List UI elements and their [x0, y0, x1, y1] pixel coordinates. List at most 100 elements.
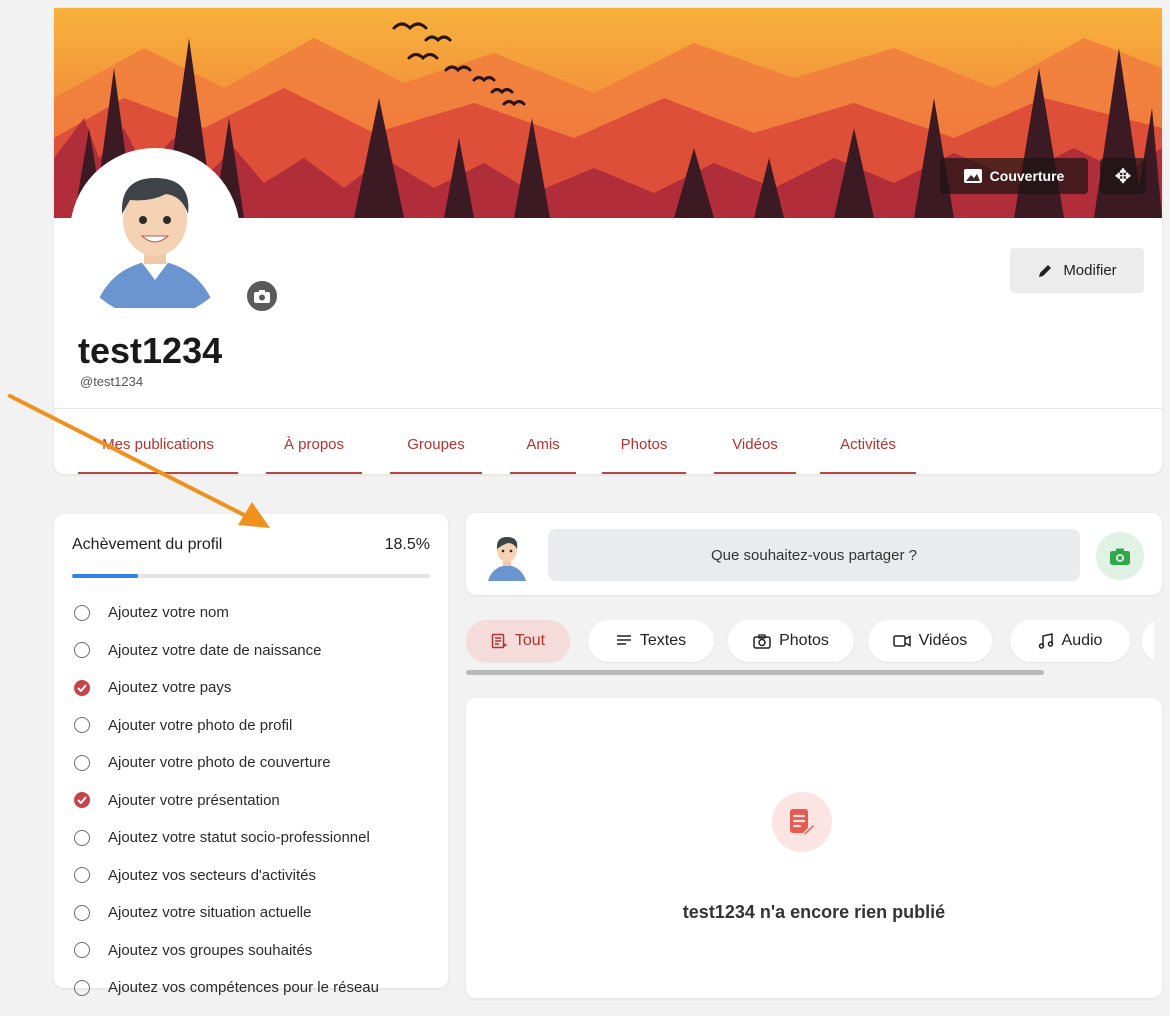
- tab-activites[interactable]: Activités: [820, 436, 916, 453]
- empty-circle-icon: [74, 829, 90, 846]
- tab-amis[interactable]: Amis: [510, 436, 576, 453]
- empty-circle-icon: [74, 754, 90, 771]
- image-icon: [963, 169, 982, 183]
- checklist-item-label: Ajoutez votre date de naissance: [108, 641, 322, 659]
- filter-label: Textes: [639, 632, 687, 649]
- checklist-item-label: Ajoutez vos groupes souhaités: [108, 941, 313, 959]
- empty-circle-icon: [74, 604, 90, 621]
- filter-label: Photos: [779, 632, 829, 649]
- checklist-item-label: Ajoutez vos compétences pour le réseau: [108, 979, 379, 997]
- camera-icon: [254, 289, 270, 303]
- tab-videos[interactable]: Vidéos: [714, 436, 796, 453]
- checklist-item[interactable]: Ajoutez votre statut socio-professionnel: [74, 819, 379, 857]
- camera-icon: [1110, 548, 1130, 565]
- tab-underline: [78, 472, 238, 474]
- cover-button-label: Couverture: [989, 168, 1065, 184]
- checklist-item-label: Ajoutez votre nom: [108, 604, 229, 622]
- filter-label: Audio: [1061, 632, 1103, 649]
- tab-label: Activités: [840, 436, 896, 453]
- empty-circle-icon: [74, 717, 90, 734]
- checklist-item-label: Ajouter votre photo de couverture: [108, 754, 331, 772]
- checklist-item[interactable]: Ajouter votre photo de profil: [74, 707, 379, 745]
- tab-label: Mes publications: [102, 436, 214, 453]
- checklist-item[interactable]: Ajoutez votre pays: [74, 669, 379, 707]
- tab-label: Groupes: [407, 436, 465, 453]
- post-composer: Que souhaitez-vous partager ?: [466, 513, 1162, 595]
- tab-groupes[interactable]: Groupes: [390, 436, 482, 453]
- completion-progress-bar: [72, 574, 430, 578]
- composer-input[interactable]: Que souhaitez-vous partager ?: [548, 529, 1080, 581]
- document-list-icon: [491, 633, 507, 649]
- composer-avatar: [484, 531, 530, 581]
- tab-label: Amis: [526, 436, 560, 453]
- edit-profile-button[interactable]: Modifier: [1010, 248, 1144, 293]
- empty-circle-icon: [74, 979, 90, 996]
- profile-avatar[interactable]: [70, 148, 240, 318]
- check-circle-icon: [74, 679, 90, 696]
- music-note-icon: [1038, 633, 1053, 649]
- camera-icon: [753, 633, 771, 649]
- filter-photos[interactable]: Photos: [728, 620, 854, 662]
- checklist-item[interactable]: Ajoutez vos compétences pour le réseau: [74, 969, 379, 1007]
- tab-mes-publications[interactable]: Mes publications: [78, 436, 238, 453]
- profile-completion-card: Achèvement du profil 18.5% Ajoutez votre…: [54, 514, 448, 996]
- checklist-item[interactable]: Ajouter votre présentation: [74, 782, 379, 820]
- empty-circle-icon: [74, 904, 90, 921]
- pencil-icon: [1039, 264, 1052, 277]
- completion-progress-fill: [72, 574, 139, 578]
- checklist-item[interactable]: Ajoutez vos secteurs d'activités: [74, 857, 379, 895]
- empty-post-icon: [772, 792, 832, 852]
- checklist-item-label: Ajoutez votre statut socio-professionnel: [108, 829, 370, 847]
- filter-label: Tout: [514, 632, 546, 649]
- cover-change-button[interactable]: Couverture: [940, 158, 1088, 194]
- tab-photos[interactable]: Photos: [602, 436, 686, 453]
- tab-a-propos[interactable]: À propos: [266, 436, 362, 453]
- checklist-item-label: Ajouter votre photo de profil: [108, 716, 293, 734]
- video-camera-icon: [892, 635, 911, 647]
- posts-feed: test1234 n'a encore rien publié: [466, 698, 1162, 998]
- change-avatar-button[interactable]: [244, 278, 280, 314]
- tabs-divider: [54, 408, 1162, 409]
- tab-underline: [602, 472, 686, 474]
- tab-label: Vidéos: [732, 436, 778, 453]
- checklist-item-label: Ajoutez votre situation actuelle: [108, 904, 312, 922]
- move-arrows-icon: ✥: [1114, 165, 1132, 188]
- filter-tout[interactable]: Tout: [466, 620, 570, 662]
- tab-underline: [266, 472, 362, 474]
- tab-underline: [820, 472, 916, 474]
- composer-placeholder: Que souhaitez-vous partager ?: [711, 546, 917, 564]
- profile-header-card: Couverture ✥ Modifier test1234 @test1234…: [54, 8, 1162, 474]
- completion-title: Achèvement du profil: [72, 536, 223, 553]
- checklist-item-label: Ajoutez vos secteurs d'activités: [108, 866, 316, 884]
- filter-textes[interactable]: Textes: [588, 620, 714, 662]
- checklist-item-label: Ajoutez votre pays: [108, 679, 232, 697]
- tab-underline: [714, 472, 796, 474]
- completion-percent: 18.5%: [384, 536, 430, 553]
- empty-circle-icon: [74, 942, 90, 959]
- empty-circle-icon: [74, 642, 90, 659]
- checklist-item[interactable]: Ajoutez votre date de naissance: [74, 632, 379, 670]
- tab-underline: [390, 472, 482, 474]
- tab-label: À propos: [283, 436, 345, 453]
- filter-videos[interactable]: Vidéos: [868, 620, 992, 662]
- edit-profile-label: Modifier: [1063, 262, 1117, 279]
- checklist-item[interactable]: Ajouter votre photo de couverture: [74, 744, 379, 782]
- checklist-item-label: Ajouter votre présentation: [108, 791, 280, 809]
- filters-scrollbar[interactable]: [466, 670, 1044, 675]
- cover-reposition-button[interactable]: ✥: [1100, 158, 1146, 194]
- completion-checklist: Ajoutez votre nom Ajoutez votre date de n…: [74, 594, 379, 1007]
- check-circle-icon: [74, 792, 90, 809]
- tab-label: Photos: [620, 436, 668, 453]
- empty-feed-message: test1234 n'a encore rien publié: [682, 902, 946, 922]
- filter-audio[interactable]: Audio: [1010, 620, 1130, 662]
- text-lines-icon: [616, 635, 631, 645]
- profile-username: test1234: [78, 330, 223, 371]
- tab-underline: [510, 472, 576, 474]
- checklist-item[interactable]: Ajoutez votre situation actuelle: [74, 894, 379, 932]
- checklist-item[interactable]: Ajoutez vos groupes souhaités: [74, 932, 379, 970]
- post-type-filters: Tout Textes Photos Vidéos Audio: [466, 620, 1154, 680]
- add-photo-button[interactable]: [1096, 532, 1144, 580]
- checklist-item[interactable]: Ajoutez votre nom: [74, 594, 379, 632]
- empty-circle-icon: [74, 867, 90, 884]
- filter-more[interactable]: [1142, 620, 1154, 662]
